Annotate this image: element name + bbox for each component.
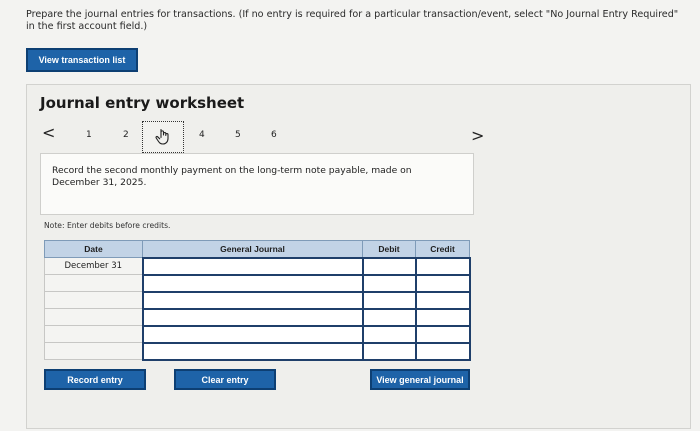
debit-input[interactable]	[361, 307, 417, 327]
prev-step-chevron-icon[interactable]: <	[42, 123, 55, 142]
date-cell	[44, 291, 143, 309]
account-input[interactable]	[141, 290, 364, 310]
credit-input[interactable]	[414, 273, 471, 293]
step-2[interactable]: 2	[123, 130, 129, 140]
record-entry-button[interactable]: Record entry	[44, 369, 146, 390]
note-text: Note: Enter debits before credits.	[44, 221, 171, 230]
account-input[interactable]	[141, 324, 364, 344]
table-row	[44, 341, 471, 361]
date-cell	[44, 308, 143, 326]
step-5[interactable]: 5	[235, 130, 241, 140]
table-row	[44, 290, 471, 310]
instructions-line-1: Prepare the journal entries for transact…	[26, 9, 679, 20]
credit-input[interactable]	[414, 256, 471, 276]
account-input[interactable]	[141, 273, 364, 293]
credit-input[interactable]	[414, 307, 471, 327]
pointer-hand-icon	[155, 128, 169, 145]
debit-input[interactable]	[361, 256, 417, 276]
table-row	[44, 307, 471, 327]
credit-input[interactable]	[414, 324, 471, 344]
next-step-chevron-icon[interactable]: >	[471, 126, 484, 145]
date-cell: December 31	[44, 257, 143, 275]
date-cell	[44, 342, 143, 360]
clear-entry-button[interactable]: Clear entry	[174, 369, 276, 390]
account-input[interactable]	[141, 341, 364, 361]
table-row	[44, 324, 471, 344]
credit-input[interactable]	[414, 290, 471, 310]
question-text: Record the second monthly payment on the…	[52, 165, 412, 188]
step-1[interactable]: 1	[86, 130, 92, 140]
step-6[interactable]: 6	[271, 130, 277, 140]
credit-column-header: Credit	[415, 240, 470, 258]
date-cell	[44, 274, 143, 292]
instructions: Prepare the journal entries for transact…	[26, 9, 696, 33]
debit-input[interactable]	[361, 273, 417, 293]
debit-input[interactable]	[361, 324, 417, 344]
credit-input[interactable]	[414, 341, 471, 361]
date-cell	[44, 325, 143, 343]
table-row: December 31	[44, 256, 471, 276]
view-general-journal-button[interactable]: View general journal	[370, 369, 470, 390]
view-transaction-list-button[interactable]: View transaction list	[26, 48, 138, 72]
table-row	[44, 273, 471, 293]
journal-header-row: Date General Journal Debit Credit	[44, 240, 470, 258]
step-3-current[interactable]	[142, 121, 184, 153]
date-column-header: Date	[44, 240, 143, 258]
worksheet-title: Journal entry worksheet	[40, 94, 245, 112]
debit-input[interactable]	[361, 341, 417, 361]
step-4[interactable]: 4	[199, 130, 205, 140]
account-column-header: General Journal	[142, 240, 363, 258]
account-input[interactable]	[141, 307, 364, 327]
debit-column-header: Debit	[362, 240, 416, 258]
account-input[interactable]	[141, 256, 364, 276]
journal-entry-table: Date General Journal Debit Credit Decemb…	[44, 240, 471, 361]
instructions-line-2: in the first account field.)	[26, 21, 148, 32]
debit-input[interactable]	[361, 290, 417, 310]
